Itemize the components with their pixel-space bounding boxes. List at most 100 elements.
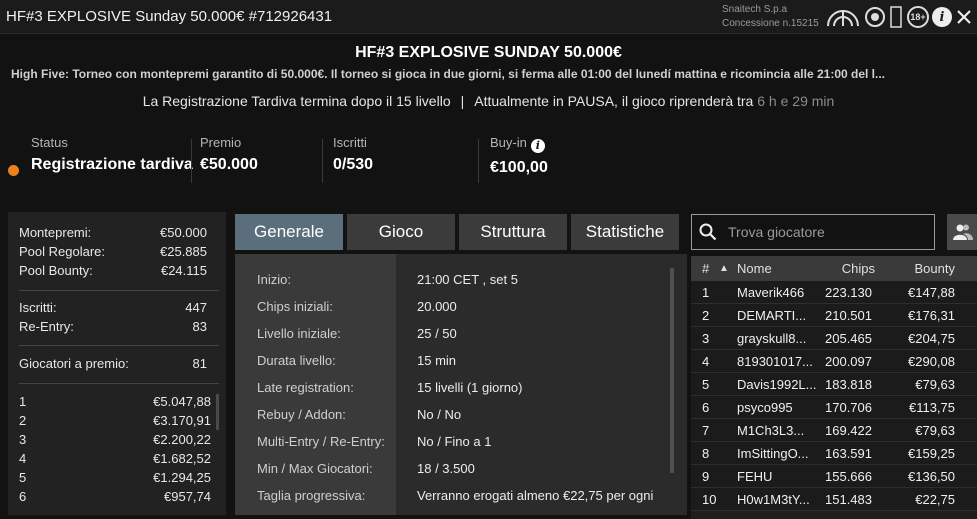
pause-text: Attualmente in PAUSA, il gioco riprender…: [474, 93, 754, 109]
search-input[interactable]: [728, 215, 928, 249]
chips-cell: 223.130: [825, 285, 872, 300]
payout-row: 4 €1.682,52: [19, 451, 211, 466]
table-row[interactable]: 7 M1Ch3L3... 169.422 €79,63: [691, 419, 977, 442]
concession-number: Concessione n.15215: [722, 18, 819, 29]
table-row[interactable]: 10 H0w1M3tY... 151.483 €22,75: [691, 488, 977, 511]
info-key: Livello iniziale:: [257, 326, 341, 341]
info-value: 25 / 50: [417, 326, 457, 341]
prize-row-value: €50.000: [160, 225, 207, 240]
chips-cell: 205.465: [825, 331, 872, 346]
tab-statistiche[interactable]: Statistiche: [571, 214, 679, 250]
players-table: # ▲ Nome Chips Bounty 1 Maverik466 223.130…: [691, 256, 977, 519]
bounty-cell: €159,25: [908, 446, 955, 461]
table-row[interactable]: 5 Davis1992L... 183.818 €79,63: [691, 373, 977, 396]
buyin-value: €100,00: [490, 158, 548, 176]
info-key: Rebuy / Addon:: [257, 407, 346, 422]
table-row[interactable]: 4 819301017... 200.097 €290,08: [691, 350, 977, 373]
tab-gioco[interactable]: Gioco: [347, 214, 455, 250]
payout-row: 5 €1.294,25: [19, 470, 211, 485]
prize-stat: Premio €50.000: [200, 135, 258, 174]
rank-cell: 9: [702, 469, 710, 484]
table-row[interactable]: 1 Maverik466 223.130 €147,88: [691, 281, 977, 304]
table-row[interactable]: 3 grayskull8... 205.465 €204,75: [691, 327, 977, 350]
title-bar: HF#3 EXPLOSIVE Sunday 50.000€ #712926431…: [0, 0, 977, 34]
paid-players-label: Giocatori a premio:: [19, 356, 129, 371]
rank-cell: 10: [702, 492, 717, 507]
info-key: Inizio:: [257, 272, 291, 287]
bounty-header[interactable]: Bounty: [915, 261, 955, 276]
rank-header[interactable]: #: [702, 261, 709, 276]
chips-cell: 170.706: [825, 400, 872, 415]
adm-text-icon: [890, 6, 902, 28]
entries-row-value: 447: [185, 300, 207, 315]
prize-row-value: €24.115: [160, 263, 207, 278]
info-key: Min / Max Giocatori:: [257, 461, 373, 476]
paid-players-row: Giocatori a premio: 81: [19, 356, 207, 371]
prize-row-label: Montepremi:: [19, 225, 92, 240]
bounty-cell: €113,75: [908, 400, 955, 415]
table-row[interactable]: 6 psyco995 170.706 €113,75: [691, 396, 977, 419]
info-value: No / Fino a 1: [417, 434, 492, 449]
chips-cell: 183.818: [825, 377, 872, 392]
info-key: Chips iniziali:: [257, 299, 333, 314]
buyin-label-row: Buy-in i: [490, 135, 548, 153]
divider: [19, 345, 219, 346]
tab-struttura[interactable]: Struttura: [459, 214, 567, 250]
rank-cell: 8: [702, 446, 710, 461]
status-stat: Status Registrazione tardiva: [31, 135, 193, 174]
info-value: 15 livelli (1 giorno): [417, 380, 523, 395]
payout-row: 1 €5.047,88: [19, 394, 211, 409]
name-cell: grayskull8...: [737, 331, 807, 346]
table-row[interactable]: 8 ImSittingO... 163.591 €159,25: [691, 442, 977, 465]
bounty-cell: €22,75: [915, 492, 955, 507]
company-name: Snaitech S.p.a: [722, 4, 788, 15]
divider: [19, 290, 219, 291]
divider: [478, 139, 479, 183]
table-row[interactable]: 2 DEMARTI... 210.501 €176,31: [691, 304, 977, 327]
prize-label: Premio: [200, 135, 242, 150]
tournament-title: HF#3 EXPLOSIVE SUNDAY 50.000€: [355, 44, 622, 61]
prize-value: €50.000: [200, 156, 258, 173]
info-value: No / No: [417, 407, 462, 422]
payout-position: 4: [19, 451, 27, 466]
rank-cell: 5: [702, 377, 710, 392]
buyin-stat: Buy-in i €100,00: [490, 135, 548, 177]
name-header[interactable]: Nome: [737, 261, 772, 276]
adm-logo-icon: [826, 6, 860, 28]
payout-row: 2 €3.170,91: [19, 413, 211, 428]
chips-cell: 151.483: [825, 492, 872, 507]
chips-cell: 169.422: [825, 423, 872, 438]
info-icon[interactable]: i: [932, 7, 952, 27]
divider: [322, 139, 323, 183]
prize-row: Montepremi: €50.000: [19, 225, 207, 240]
chips-header[interactable]: Chips: [842, 261, 875, 276]
info-key: Durata livello:: [257, 353, 336, 368]
chips-cell: 210.501: [825, 308, 872, 323]
entries-row: Re-Entry: 83: [19, 319, 207, 334]
close-icon[interactable]: [954, 7, 974, 27]
search-icon: [699, 223, 717, 241]
bounty-cell: €176,31: [908, 308, 955, 323]
status-label: Status: [31, 135, 68, 150]
sort-arrow-icon[interactable]: ▲: [719, 263, 729, 274]
rank-cell: 7: [702, 423, 710, 438]
name-cell: Davis1992L...: [737, 377, 817, 392]
state-emblem-icon: [864, 6, 886, 28]
payouts-scrollbar[interactable]: [216, 394, 219, 430]
payout-amount: €5.047,88: [153, 394, 211, 409]
separator: |: [460, 93, 465, 109]
payout-position: 3: [19, 432, 27, 447]
bounty-cell: €136,50: [908, 469, 955, 484]
prize-row: Pool Bounty: €24.115: [19, 263, 207, 278]
info-scrollbar[interactable]: [670, 268, 674, 473]
tab-generale[interactable]: Generale: [235, 214, 343, 250]
late-registration-text: La Registrazione Tardiva termina dopo il…: [142, 93, 451, 109]
entries-row-label: Iscritti:: [19, 300, 57, 315]
my-players-button[interactable]: [947, 214, 977, 250]
table-header: # ▲ Nome Chips Bounty: [691, 256, 977, 281]
buyin-info-icon[interactable]: i: [530, 138, 545, 153]
table-row[interactable]: 9 FEHU 155.666 €136,50: [691, 465, 977, 488]
prize-row: Pool Regolare: €25.885: [19, 244, 207, 259]
name-cell: 819301017...: [737, 354, 813, 369]
payout-position: 2: [19, 413, 27, 428]
